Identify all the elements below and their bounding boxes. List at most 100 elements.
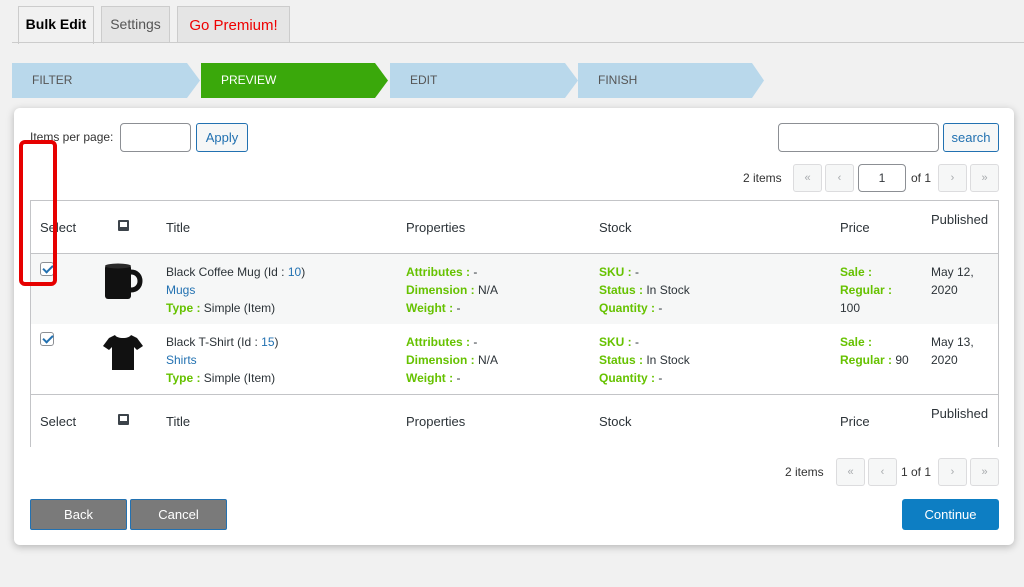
items-count-bottom: 2 items [785,465,824,479]
total-pages-top: of 1 [911,171,932,185]
regular-key: Regular : [840,353,893,367]
last-page-button-bottom[interactable]: » [970,458,999,486]
next-page-button-bottom[interactable]: › [938,458,967,486]
prev-page-button-bottom[interactable]: ‹ [868,458,897,486]
search-button[interactable]: search [943,123,999,152]
product-category-link[interactable]: Shirts [166,353,197,367]
quantity-key: Quantity : [599,301,655,315]
cancel-button[interactable]: Cancel [130,499,227,530]
step-finish: FINISH [598,73,638,87]
tab-settings[interactable]: Settings [101,6,170,43]
type-value: Simple (Item) [200,371,276,385]
stock-cell: SKU : - Status : In Stock Quantity : - [599,263,690,317]
weight-key: Weight : [406,301,454,315]
product-title: Black T-Shirt [166,335,234,349]
image-icon [118,220,129,231]
status-key: Status : [599,353,644,367]
apply-button[interactable]: Apply [196,123,248,152]
published-date: May 13, [931,335,974,349]
sale-key: Sale : [840,265,873,279]
current-page-input[interactable]: 1 [858,164,906,192]
preview-panel: Items per page: Apply search 2 items « ‹… [14,108,1014,545]
col-title[interactable]: Title [166,414,190,429]
items-count-top: 2 items [743,171,782,185]
page-indicator-bottom: 1 of 1 [901,465,932,479]
products-table: Select Title Properties Stock Price Publ… [30,200,999,447]
type-key: Type : [166,371,201,385]
regular-value: 90 [892,353,909,367]
back-button[interactable]: Back [30,499,127,530]
price-cell: Sale : Regular : 90 [840,333,909,369]
col-stock: Stock [599,414,632,429]
status-value: In Stock [643,353,690,367]
items-per-page-input[interactable] [120,123,191,152]
step-edit-products: EDIT PRODUCTS [410,73,477,122]
dimension-key: Dimension : [406,283,475,297]
product-id-link[interactable]: 10 [288,265,301,279]
search-input[interactable] [778,123,939,152]
step-preview: PREVIEW [221,73,277,87]
stock-cell: SKU : - Status : In Stock Quantity : - [599,333,690,387]
quantity-value: - [655,371,663,385]
row-select-checkbox[interactable] [40,332,54,346]
table-footer: Select Title Properties Stock Price Publ… [31,394,998,447]
product-id-prefix: (Id : [233,335,262,349]
col-properties: Properties [406,220,466,235]
type-value: Simple (Item) [200,301,276,315]
tshirt-thumbnail [103,335,143,370]
product-title: Black Coffee Mug [166,265,261,279]
product-category-link[interactable]: Mugs [166,283,195,297]
published-cell: May 13, 2020 [931,333,974,369]
next-page-button-top[interactable]: › [938,164,967,192]
col-price[interactable]: Price [840,414,870,429]
col-select: Select [40,414,77,429]
properties-cell: Attributes : - Dimension : N/A Weight : … [406,263,498,317]
table-row: Black T-Shirt (Id : 15) Shirts Type : Si… [31,324,998,394]
product-id-prefix: (Id : [260,265,288,279]
published-date: May 12, [931,265,974,279]
quantity-value: - [655,301,663,315]
continue-button[interactable]: Continue [902,499,999,530]
mug-thumbnail [105,263,143,299]
weight-key: Weight : [406,371,454,385]
attributes-value: - [470,265,478,279]
published-year: 2020 [931,353,958,367]
weight-value: - [453,371,461,385]
regular-key: Regular : [840,283,893,297]
tab-bulk-edit[interactable]: Bulk Edit [18,6,94,44]
price-cell: Sale : Regular : 100 [840,263,892,317]
table-row: Black Coffee Mug (Id : 10) Mugs Type : S… [31,254,998,324]
status-value: In Stock [643,283,690,297]
attributes-key: Attributes : [406,265,470,279]
sku-value: - [631,265,640,279]
prev-page-button-top[interactable]: ‹ [825,164,854,192]
sku-key: SKU : [599,335,632,349]
dimension-value: N/A [474,353,499,367]
sku-key: SKU : [599,265,632,279]
published-year: 2020 [931,283,958,297]
quantity-key: Quantity : [599,371,655,385]
product-id-suffix: ) [274,335,279,349]
col-price[interactable]: Price [840,220,870,235]
image-icon [118,414,129,425]
sku-value: - [631,335,640,349]
first-page-button-top[interactable]: « [793,164,822,192]
product-id-link[interactable]: 15 [261,335,274,349]
col-published[interactable]: Published [931,211,991,228]
weight-value: - [453,301,461,315]
col-published[interactable]: Published [931,405,991,422]
last-page-button-top[interactable]: » [970,164,999,192]
first-page-button-bottom[interactable]: « [836,458,865,486]
regular-value: 100 [840,301,861,315]
col-title[interactable]: Title [166,220,190,235]
tab-go-premium[interactable]: Go Premium! [177,6,290,43]
step-filter: FILTER [32,73,73,87]
col-stock: Stock [599,220,632,235]
product-id-suffix: ) [301,265,306,279]
properties-cell: Attributes : - Dimension : N/A Weight : … [406,333,498,387]
selection-highlight [19,140,57,286]
tabs-divider [12,42,1024,43]
type-key: Type : [166,301,201,315]
attributes-value: - [470,335,478,349]
nav-tabs: Bulk Edit Settings Go Premium! [0,0,1024,44]
